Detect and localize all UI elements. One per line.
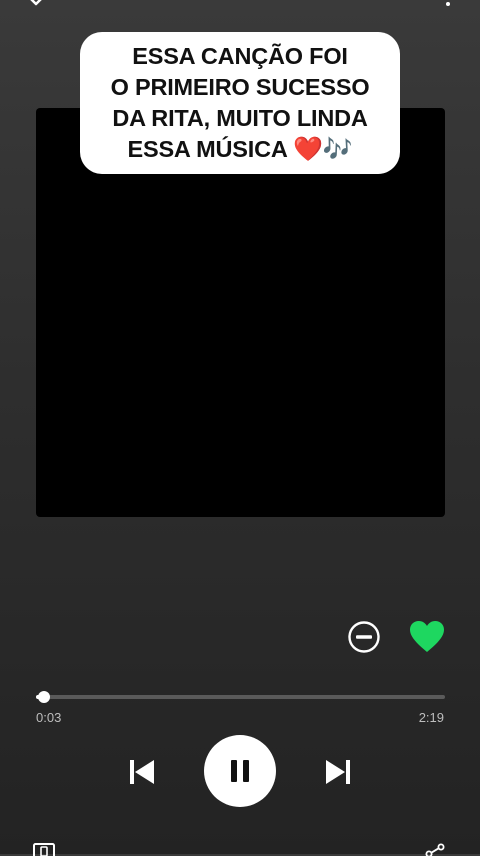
skip-previous-icon[interactable] <box>126 756 158 788</box>
caption-overlay: ESSA CANÇÃO FOI O PRIMEIRO SUCESSO DA RI… <box>80 32 400 174</box>
elapsed-time: 0:03 <box>36 710 62 725</box>
hide-song-icon[interactable] <box>347 620 381 654</box>
heart-icon[interactable] <box>409 620 445 654</box>
caption-line-1: ESSA CANÇÃO FOI <box>132 43 348 69</box>
progress-bar[interactable] <box>36 691 445 703</box>
chevron-down-icon[interactable] <box>24 0 48 10</box>
pause-icon <box>231 760 249 782</box>
caption-line-4: ESSA MÚSICA ❤️🎶 <box>80 134 400 165</box>
top-bar <box>0 0 480 14</box>
play-pause-button[interactable] <box>204 735 276 807</box>
caption-line-2: O PRIMEIRO SUCESSO <box>110 74 370 100</box>
more-options-icon[interactable] <box>444 0 452 10</box>
skip-next-icon[interactable] <box>322 756 354 788</box>
caption-line-4-text: ESSA MÚSICA <box>127 136 287 162</box>
heart-emoji: ❤️ <box>293 136 323 163</box>
caption-line-3: DA RITA, MUITO LINDA <box>112 105 368 131</box>
music-notes-emoji: 🎶 <box>322 136 353 163</box>
progress-handle[interactable] <box>38 691 51 703</box>
total-time: 2:19 <box>418 710 444 725</box>
